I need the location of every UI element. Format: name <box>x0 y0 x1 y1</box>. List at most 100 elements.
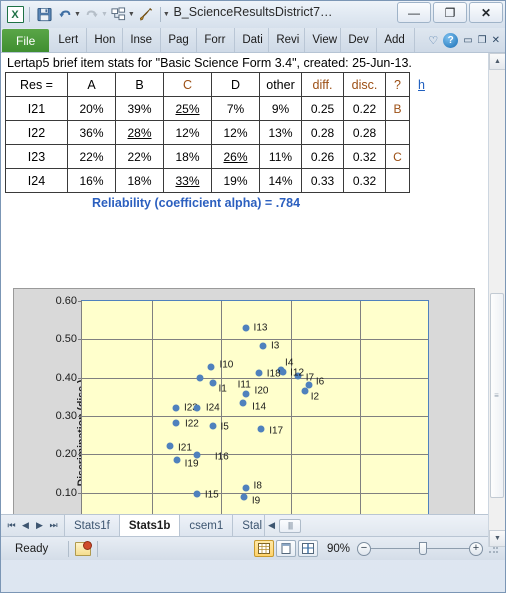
tab-insert[interactable]: Inse <box>123 28 162 52</box>
sheet-tab-csem1[interactable]: csem1 <box>179 515 233 536</box>
save-icon[interactable] <box>34 5 54 25</box>
cell-flag[interactable] <box>385 120 410 145</box>
tab-scroll-region[interactable]: ◀ |||| ▶ <box>264 515 505 536</box>
sheet-tab-stats1f[interactable]: Stats1f <box>64 515 119 536</box>
cell-other[interactable]: 9% <box>259 96 302 121</box>
tab-split-grip[interactable]: |||| <box>278 518 301 533</box>
data-point[interactable] <box>242 324 250 332</box>
data-point[interactable] <box>196 374 204 382</box>
cell-diff[interactable]: 0.26 <box>301 144 344 169</box>
cell-other[interactable]: 13% <box>259 120 302 145</box>
page-layout-icon[interactable] <box>275 540 296 557</box>
data-point[interactable] <box>166 442 174 450</box>
cell-b[interactable]: 39% <box>115 96 164 121</box>
page-break-icon[interactable] <box>297 540 318 557</box>
cell-c[interactable]: 33% <box>163 168 212 193</box>
data-point[interactable] <box>172 404 180 412</box>
undo-icon[interactable] <box>55 5 75 25</box>
cell-d[interactable]: 26% <box>211 144 260 169</box>
tab-file[interactable]: File <box>2 29 50 52</box>
cell-flag[interactable]: C <box>385 144 410 169</box>
minimize-ribbon-icon[interactable]: ▭ <box>463 35 472 46</box>
normal-view-icon[interactable] <box>253 540 274 557</box>
row-label[interactable]: I24 <box>5 168 68 193</box>
scroll-down-button[interactable]: ▼ <box>489 530 505 547</box>
data-point[interactable] <box>301 387 309 395</box>
zoom-level[interactable]: 90% <box>318 543 357 555</box>
row-label[interactable]: I23 <box>5 144 68 169</box>
cell-disc[interactable]: 0.28 <box>343 120 386 145</box>
close-window-icon[interactable]: ✕ <box>492 35 500 46</box>
heart-icon[interactable]: ♡ <box>428 34 438 47</box>
cell-flag[interactable] <box>385 168 410 193</box>
row-label[interactable]: I22 <box>5 120 68 145</box>
zoom-in-button[interactable]: + <box>469 541 483 556</box>
maximize-button[interactable]: ❐ <box>433 2 467 23</box>
h-link[interactable]: h <box>413 78 425 92</box>
data-point[interactable] <box>193 490 201 498</box>
data-point[interactable] <box>255 369 263 377</box>
sheet-tab-stats1b[interactable]: Stats1b <box>118 515 180 536</box>
prev-sheet-icon[interactable]: ◀ <box>19 520 32 531</box>
cell-c[interactable]: 25% <box>163 96 212 121</box>
redo-dropdown-icon[interactable]: ▼ <box>101 11 108 18</box>
data-point[interactable] <box>240 493 248 501</box>
cell-other[interactable]: 11% <box>259 144 302 169</box>
cell-d[interactable]: 12% <box>211 120 260 145</box>
data-point[interactable] <box>207 363 215 371</box>
cell-diff[interactable]: 0.28 <box>301 120 344 145</box>
close-button[interactable]: ✕ <box>469 2 503 23</box>
data-point[interactable] <box>239 399 247 407</box>
data-point[interactable] <box>259 342 267 350</box>
cell-c[interactable]: 18% <box>163 144 212 169</box>
cell-a[interactable]: 36% <box>67 120 116 145</box>
scatter-chart[interactable]: Discrimination (disc.) 0.000.200.400.600… <box>13 288 475 514</box>
data-point[interactable] <box>242 484 250 492</box>
tab-formulas[interactable]: Forr <box>197 28 236 52</box>
cell-d[interactable]: 7% <box>211 96 260 121</box>
sheet-tab-stat-clipped[interactable]: Stal <box>232 515 265 536</box>
zoom-thumb[interactable] <box>419 542 427 555</box>
help-icon[interactable]: ? <box>443 32 459 48</box>
tab-addins[interactable]: Add <box>377 28 416 52</box>
cell-b[interactable]: 18% <box>115 168 164 193</box>
tab-review[interactable]: Revi <box>269 28 306 52</box>
next-sheet-icon[interactable]: ▶ <box>33 520 46 531</box>
data-point[interactable] <box>172 419 180 427</box>
excel-logo-icon[interactable]: X <box>5 5 25 25</box>
cell-c[interactable]: 12% <box>163 120 212 145</box>
cell-a[interactable]: 16% <box>67 168 116 193</box>
data-point[interactable] <box>209 379 216 387</box>
last-sheet-icon[interactable]: ⏭ <box>47 520 60 531</box>
undo-dropdown-icon[interactable]: ▼ <box>74 11 81 18</box>
redo-icon[interactable] <box>82 5 102 25</box>
customize-qat-icon[interactable]: ▼ <box>163 11 170 18</box>
cell-a[interactable]: 22% <box>67 144 116 169</box>
restore-window-icon[interactable]: ❐ <box>478 35 487 46</box>
zoom-track[interactable] <box>371 542 469 555</box>
minimize-button[interactable]: — <box>397 2 431 23</box>
first-sheet-icon[interactable]: ⏮ <box>5 520 18 531</box>
data-point[interactable] <box>193 404 201 412</box>
format-painter-icon[interactable] <box>136 5 156 25</box>
scroll-up-button[interactable]: ▲ <box>489 53 505 70</box>
record-macro-icon[interactable] <box>75 540 93 556</box>
cell-diff[interactable]: 0.33 <box>301 168 344 193</box>
tab-scroll-left-icon[interactable]: ◀ <box>268 520 275 531</box>
cell-b[interactable]: 28% <box>115 120 164 145</box>
quick-print-dropdown-icon[interactable]: ▼ <box>128 11 135 18</box>
tab-view[interactable]: View <box>305 28 342 52</box>
tab-data[interactable]: Dati <box>235 28 270 52</box>
scroll-thumb[interactable]: ≡ <box>490 293 504 498</box>
tab-lertap[interactable]: Lert <box>51 28 88 52</box>
cell-disc[interactable]: 0.32 <box>343 168 386 193</box>
tab-developer[interactable]: Dev <box>341 28 378 52</box>
cell-disc[interactable]: 0.32 <box>343 144 386 169</box>
cell-disc[interactable]: 0.22 <box>343 96 386 121</box>
cell-other[interactable]: 14% <box>259 168 302 193</box>
data-point[interactable] <box>193 451 201 459</box>
data-point[interactable] <box>209 422 216 430</box>
data-point[interactable] <box>242 390 250 398</box>
vertical-scrollbar[interactable]: ▲ ≡ ▼ <box>488 53 505 547</box>
tab-home[interactable]: Hon <box>87 28 124 52</box>
